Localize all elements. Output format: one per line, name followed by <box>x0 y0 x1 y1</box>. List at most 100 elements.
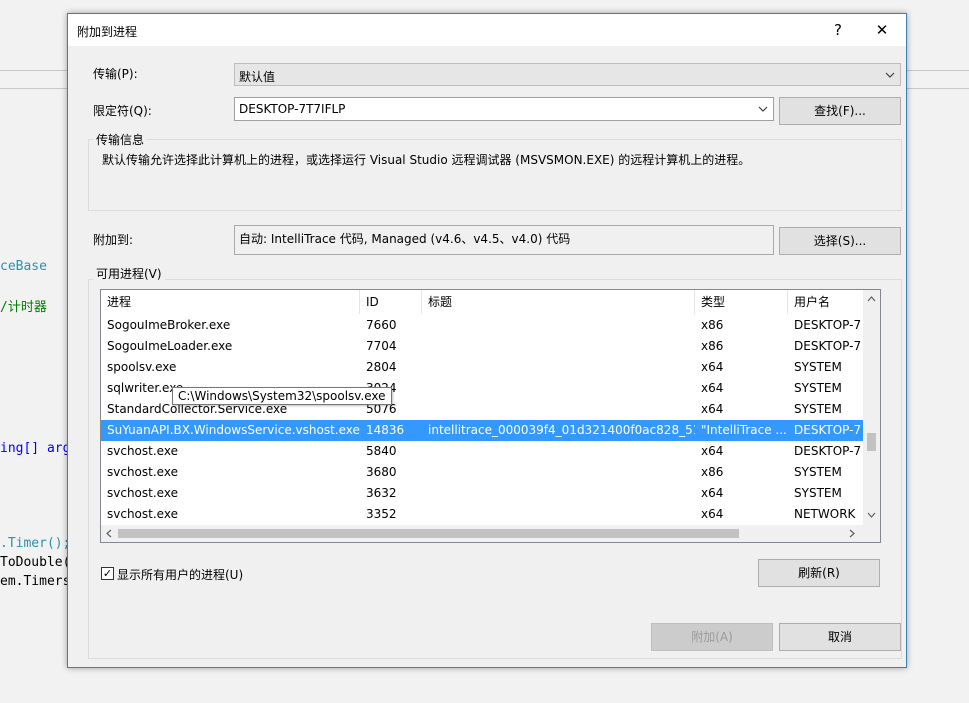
process-type: x86 <box>701 318 724 332</box>
chevron-down-icon[interactable] <box>865 510 878 520</box>
close-button[interactable]: ✕ <box>860 14 904 46</box>
process-user: DESKTOP-7 <box>794 339 862 353</box>
table-row[interactable]: svchost.exe 5840 x64 DESKTOP-7 <box>101 441 865 462</box>
process-user: NETWORK <box>794 507 856 521</box>
process-id: 5840 <box>366 444 397 458</box>
process-type: x64 <box>701 444 724 458</box>
horizontal-scrollbar[interactable] <box>101 525 865 542</box>
show-all-users-label[interactable]: 显示所有用户的进程(U) <box>117 566 243 583</box>
column-header-id[interactable]: ID <box>360 290 422 314</box>
code-line: .Timer(); <box>0 536 71 551</box>
process-title <box>422 336 695 357</box>
chevron-left-icon[interactable] <box>104 528 114 539</box>
process-path-tooltip: C:\Windows\System32\spoolsv.exe <box>172 387 392 405</box>
chevron-up-icon[interactable] <box>865 294 878 304</box>
process-id: 14836 <box>366 423 405 437</box>
process-id: 3632 <box>366 486 397 500</box>
attach-button[interactable]: 附加(A) <box>651 623 773 651</box>
refresh-button[interactable]: 刷新(R) <box>758 559 880 587</box>
attach-to-field: 自动: IntelliTrace 代码, Managed (v4.6、v4.5、… <box>234 225 774 255</box>
column-header-title[interactable]: 标题 <box>422 290 695 314</box>
chevron-down-icon <box>758 106 768 112</box>
available-processes-title: 可用进程(V) <box>93 265 165 282</box>
process-title: intellitrace_000039f4_01d321400f0ac828_5… <box>428 423 695 437</box>
help-button[interactable]: ? <box>816 14 860 46</box>
qualifier-label: 限定符(Q): <box>93 104 152 118</box>
close-icon: ✕ <box>875 21 889 39</box>
process-title <box>422 504 695 525</box>
cancel-button[interactable]: 取消 <box>779 623 901 651</box>
process-id: 7704 <box>366 339 397 353</box>
process-type: x64 <box>701 507 724 521</box>
process-name: spoolsv.exe <box>107 360 177 374</box>
transport-info-text: 默认传输允许选择此计算机上的进程，或选择运行 Visual Studio 远程调… <box>102 153 751 167</box>
process-type: x64 <box>701 402 724 416</box>
transport-label: 传输(P): <box>93 67 138 81</box>
process-name: svchost.exe <box>107 465 178 479</box>
process-name: SuYuanAPI.BX.WindowsService.vshost.exe <box>107 423 360 437</box>
code-line: em.Timers <box>0 574 71 589</box>
process-title <box>422 399 695 420</box>
column-header-process[interactable]: 进程 <box>101 290 360 314</box>
process-title <box>422 315 695 336</box>
process-type: x86 <box>701 465 724 479</box>
process-user: SYSTEM <box>794 381 842 395</box>
process-title <box>422 441 695 462</box>
table-row[interactable]: SogouImeLoader.exe 7704 x86 DESKTOP-7 <box>101 336 865 357</box>
process-user: SYSTEM <box>794 360 842 374</box>
scrollbar-corner <box>863 525 880 542</box>
process-id: 3680 <box>366 465 397 479</box>
dialog-title: 附加到进程 <box>77 25 138 39</box>
show-all-users-checkbox[interactable]: ✓ <box>101 567 114 580</box>
table-row-selected[interactable]: SuYuanAPI.BX.WindowsService.vshost.exe 1… <box>101 420 865 441</box>
process-id: 2804 <box>366 360 397 374</box>
process-title <box>422 357 695 378</box>
code-line: ceBase <box>0 259 47 274</box>
process-user: DESKTOP-7 <box>794 444 862 458</box>
qualifier-dropdown[interactable]: DESKTOP-7T7IFLP <box>234 97 774 121</box>
process-title <box>422 483 695 504</box>
process-user: DESKTOP-7 <box>794 423 862 437</box>
process-type: x64 <box>701 381 724 395</box>
table-row[interactable]: svchost.exe 3632 x64 SYSTEM <box>101 483 865 504</box>
title-bar: 附加到进程 ? ✕ <box>68 14 906 46</box>
checkmark-icon: ✓ <box>102 567 113 580</box>
transport-info-group <box>88 139 902 211</box>
select-button[interactable]: 选择(S)... <box>779 227 901 255</box>
column-header-type[interactable]: 类型 <box>695 290 788 314</box>
code-line: /计时器 <box>0 300 47 315</box>
transport-dropdown[interactable]: 默认值 <box>234 63 901 86</box>
process-name: SogouImeBroker.exe <box>107 318 231 332</box>
transport-info-title: 传输信息 <box>93 131 148 148</box>
code-line: ing[] arg <box>0 441 71 456</box>
process-id: 7660 <box>366 318 397 332</box>
process-type: x86 <box>701 339 724 353</box>
attach-to-process-dialog: 附加到进程 ? ✕ 传输(P): 默认值 限定符(Q): DESKTOP-7T7… <box>67 13 907 668</box>
process-type: x64 <box>701 360 724 374</box>
attach-to-value: 自动: IntelliTrace 代码, Managed (v4.6、v4.5、… <box>239 232 571 246</box>
table-row[interactable]: svchost.exe 3352 x64 NETWORK <box>101 504 865 525</box>
code-line: ToDouble( <box>0 555 71 570</box>
attach-to-label: 附加到: <box>93 233 134 247</box>
chevron-down-icon <box>885 72 895 78</box>
process-list[interactable]: 进程 ID 标题 类型 用户名 SogouImeBroker.exe 7660 … <box>100 289 881 543</box>
find-button[interactable]: 查找(F)... <box>779 97 901 125</box>
column-header-user[interactable]: 用户名 <box>788 290 865 314</box>
vertical-scrollbar[interactable] <box>863 290 880 525</box>
process-name: svchost.exe <box>107 507 178 521</box>
process-type: "IntelliTrace ... <box>701 423 787 437</box>
process-user: SYSTEM <box>794 486 842 500</box>
horizontal-scroll-thumb[interactable] <box>118 529 739 538</box>
process-user: SYSTEM <box>794 465 842 479</box>
table-row[interactable]: svchost.exe 3680 x86 SYSTEM <box>101 462 865 483</box>
table-row[interactable]: spoolsv.exe 2804 x64 SYSTEM <box>101 357 865 378</box>
table-row[interactable]: SogouImeBroker.exe 7660 x86 DESKTOP-7 <box>101 315 865 336</box>
transport-value: 默认值 <box>239 70 276 84</box>
process-title <box>422 462 695 483</box>
process-name: SogouImeLoader.exe <box>107 339 233 353</box>
process-user: SYSTEM <box>794 402 842 416</box>
vertical-scroll-thumb[interactable] <box>867 433 876 451</box>
chevron-right-icon[interactable] <box>847 528 857 539</box>
process-name: svchost.exe <box>107 486 178 500</box>
process-user: DESKTOP-7 <box>794 318 862 332</box>
